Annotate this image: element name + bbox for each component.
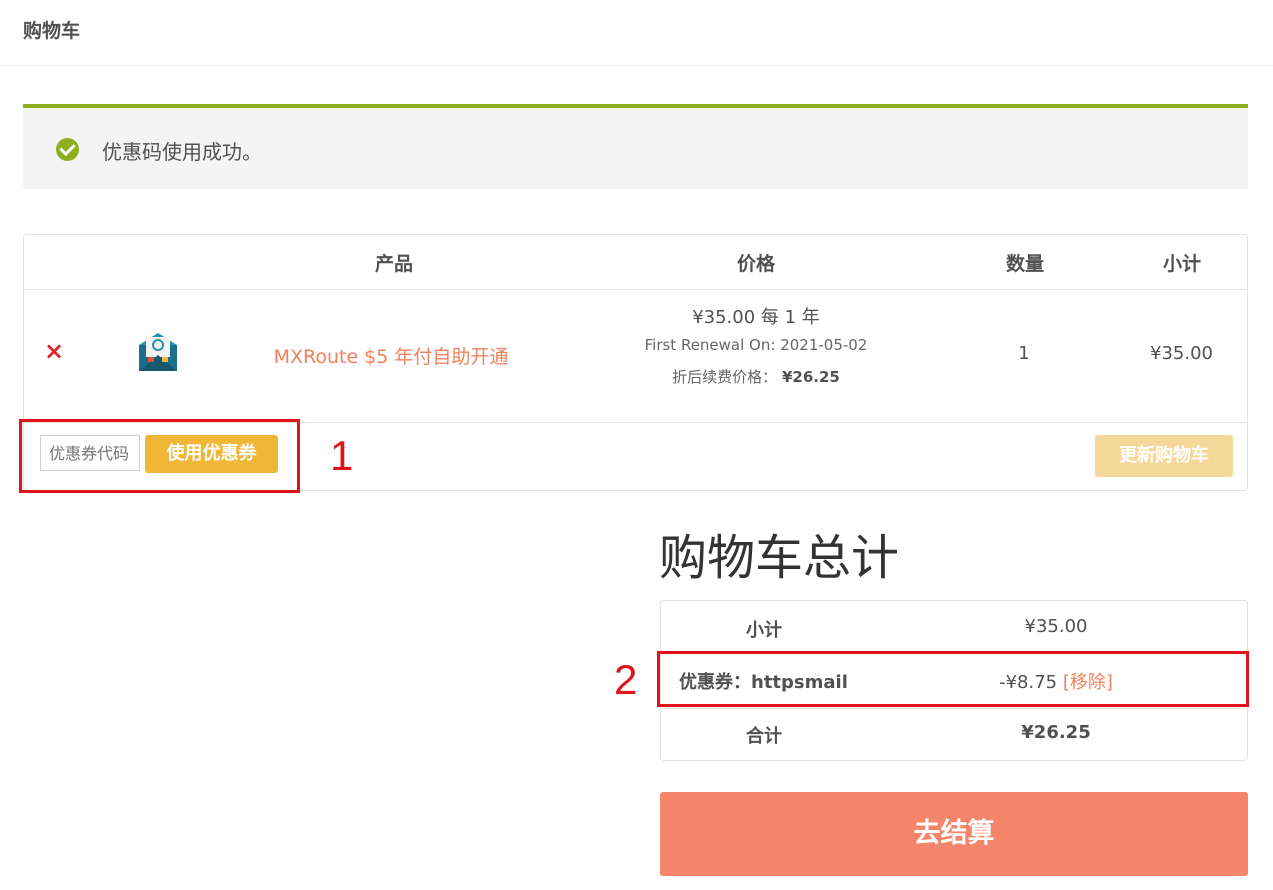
close-icon[interactable]: × bbox=[44, 339, 64, 363]
discount-label: 折后续费价格： bbox=[672, 368, 778, 386]
column-header-product: 产品 bbox=[374, 253, 413, 275]
first-renewal-date: First Renewal On: 2021-05-02 bbox=[644, 336, 868, 354]
page-title: 购物车 bbox=[23, 20, 81, 42]
column-header-price: 价格 bbox=[736, 253, 775, 275]
annotation-number-1: 1 bbox=[330, 432, 354, 479]
row-divider bbox=[661, 708, 1247, 709]
success-notice: 优惠码使用成功。 bbox=[23, 104, 1248, 189]
column-header-subtotal: 小计 bbox=[1162, 253, 1201, 275]
column-header-quantity: 数量 bbox=[1005, 253, 1044, 275]
email-envelope-icon[interactable] bbox=[137, 331, 179, 373]
discount-price: ¥26.25 bbox=[781, 368, 840, 386]
totals-subtotal-label: 小计 bbox=[746, 620, 782, 641]
totals-total-value: ¥26.25 bbox=[1021, 722, 1091, 743]
totals-subtotal-value: ¥35.00 bbox=[1024, 616, 1088, 637]
totals-total-label: 合计 bbox=[746, 726, 782, 747]
product-price: ¥35.00 每 1 年 bbox=[692, 307, 820, 328]
discounted-renewal-price: 折后续费价格： ¥26.25 bbox=[606, 366, 906, 387]
notice-message: 优惠码使用成功。 bbox=[102, 140, 262, 164]
cart-totals-title: 购物车总计 bbox=[659, 530, 900, 586]
product-link[interactable]: MXRoute $5 年付自助开通 bbox=[236, 342, 546, 369]
product-quantity: 1 bbox=[1018, 343, 1030, 364]
annotation-number-2: 2 bbox=[614, 656, 638, 703]
annotation-box-2 bbox=[657, 651, 1249, 707]
page-header: 购物车 bbox=[0, 0, 1273, 66]
proceed-to-checkout-button[interactable]: 去结算 bbox=[660, 792, 1248, 876]
update-cart-button[interactable]: 更新购物车 bbox=[1095, 435, 1233, 477]
annotation-box-1 bbox=[19, 419, 300, 493]
row-divider bbox=[24, 289, 1247, 290]
check-circle-icon bbox=[56, 138, 79, 161]
product-subtotal: ¥35.00 bbox=[1150, 343, 1213, 364]
